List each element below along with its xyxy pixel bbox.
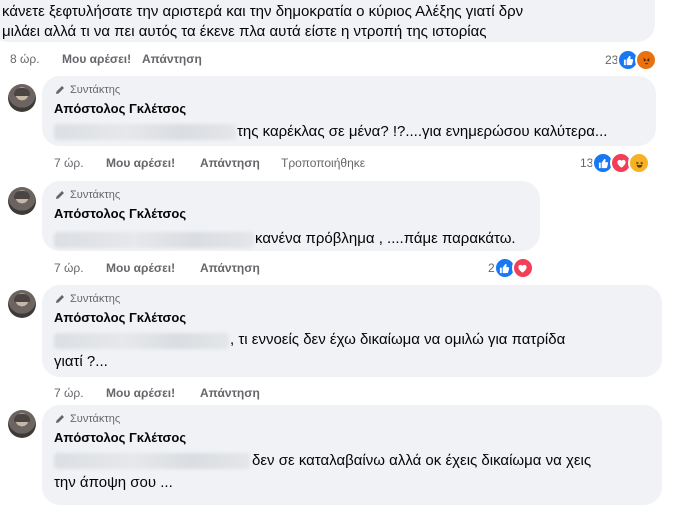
avatar[interactable]	[8, 187, 36, 215]
comment-bubble: Συντάκτης Απόστολος Γκλέτσος δεν σε κατα…	[42, 405, 662, 505]
comment-text-line: μιλάει αλλά τι να πει αυτός τα έκενε πλα…	[2, 23, 487, 40]
pencil-icon	[56, 191, 64, 199]
like-link[interactable]: Μου αρέσει!	[62, 52, 131, 66]
reaction-summary[interactable]: 23	[605, 49, 658, 71]
comment-text: της καρέκλας σε μένα? !?....για ενημερώσ…	[237, 123, 608, 140]
reaction-count: 13	[580, 156, 594, 170]
author-name[interactable]: Απόστολος Γκλέτσος	[54, 206, 186, 221]
haha-reaction-icon	[628, 152, 651, 174]
avatar[interactable]	[8, 84, 36, 112]
pencil-icon	[56, 415, 64, 423]
reaction-summary[interactable]: 13	[580, 152, 651, 174]
avatar[interactable]	[8, 410, 36, 438]
comment-text: , τι εννοείς δεν έχω δικαίωμα να ομιλώ γ…	[230, 331, 566, 348]
author-name[interactable]: Απόστολος Γκλέτσος	[54, 430, 186, 445]
author-badge: Συντάκτης	[54, 189, 120, 201]
like-link[interactable]: Μου αρέσει!	[106, 156, 175, 170]
timestamp[interactable]: 7 ώρ.	[54, 156, 84, 170]
author-badge: Συντάκτης	[54, 293, 120, 305]
comment-text: γιατί ?...	[54, 353, 108, 370]
timestamp[interactable]: 7 ώρ.	[54, 261, 84, 275]
reply-link[interactable]: Απάντηση	[142, 52, 202, 66]
like-link[interactable]: Μου αρέσει!	[106, 261, 175, 275]
comment-text: κανένα πρόβλημα , ....πάμε παρακάτω.	[255, 230, 516, 247]
angry-reaction-icon	[635, 49, 658, 71]
reply-link[interactable]: Απάντηση	[200, 261, 260, 275]
reply-link[interactable]: Απάντηση	[200, 156, 260, 170]
author-badge: Συντάκτης	[54, 84, 120, 96]
comment-text: δεν σε καταλαβαίνω αλλά οκ έχεις δικαίωμ…	[252, 452, 592, 469]
comment-bubble: Συντάκτης Απόστολος Γκλέτσος κανένα πρόβ…	[42, 181, 540, 251]
author-name[interactable]: Απόστολος Γκλέτσος	[54, 310, 186, 325]
author-name[interactable]: Απόστολος Γκλέτσος	[54, 101, 186, 116]
reply-link[interactable]: Απάντηση	[200, 386, 260, 400]
love-reaction-icon	[511, 257, 534, 279]
avatar[interactable]	[8, 290, 36, 318]
redacted-mention	[54, 232, 254, 248]
pencil-icon	[56, 295, 64, 303]
pencil-icon	[56, 86, 64, 94]
author-badge: Συντάκτης	[54, 413, 120, 425]
redacted-mention	[54, 333, 229, 349]
comment-bubble-top: κάνετε ξεφτυλήσατε την αριστερά και την …	[0, 0, 655, 42]
like-link[interactable]: Μου αρέσει!	[106, 386, 175, 400]
reaction-summary[interactable]: 2	[488, 257, 534, 279]
comment-text-line: κάνετε ξεφτυλήσατε την αριστερά και την …	[2, 3, 524, 20]
comment-bubble: Συντάκτης Απόστολος Γκλέτσος , τι εννοεί…	[42, 285, 662, 377]
comment-text: την άποψη σου ...	[54, 474, 173, 491]
redacted-mention	[54, 453, 250, 469]
edited-label[interactable]: Τροποποιήθηκε	[281, 156, 365, 170]
redacted-mention	[54, 124, 236, 140]
comment-bubble: Συντάκτης Απόστολος Γκλέτσος της καρέκλα…	[42, 76, 656, 146]
timestamp[interactable]: 7 ώρ.	[54, 386, 84, 400]
reaction-count: 23	[605, 53, 619, 67]
timestamp[interactable]: 8 ώρ.	[10, 52, 40, 66]
